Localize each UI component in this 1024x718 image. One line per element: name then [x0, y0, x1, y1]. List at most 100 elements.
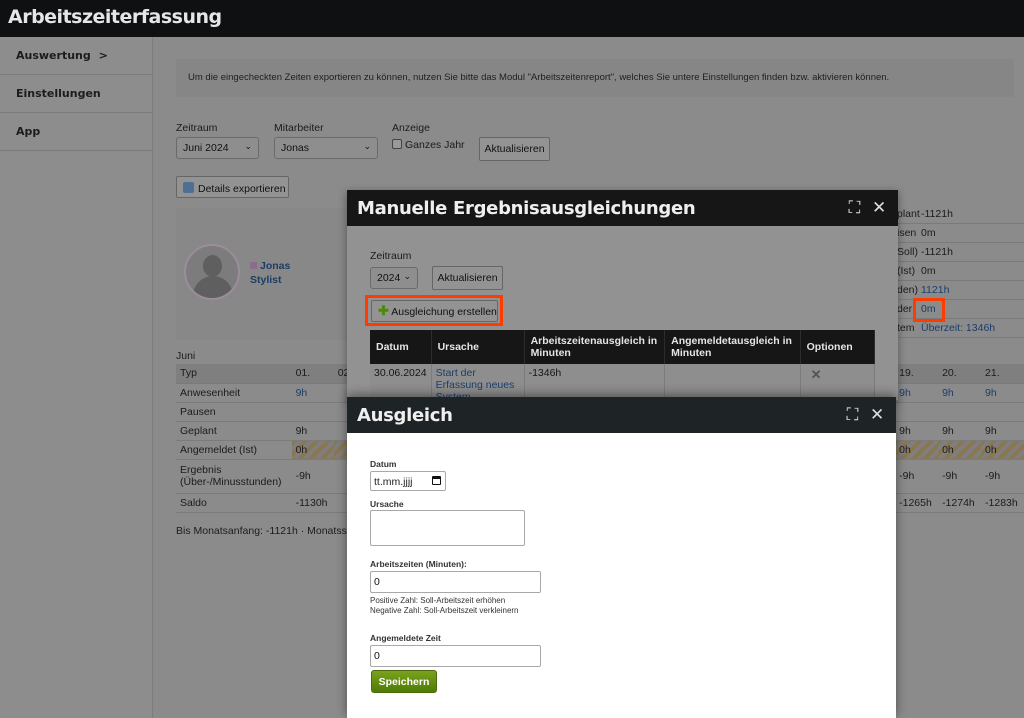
dialog-body: Zeitraum 2024 ⌄ Aktualisieren ✚ Ausgleic…	[347, 226, 898, 406]
column-header: Optionen	[800, 330, 876, 364]
top-bar: Arbeitszeiterfassung	[0, 0, 1024, 37]
table-cell[interactable]: 9h	[895, 383, 939, 403]
row-label: Pausen	[176, 402, 292, 422]
mitarbeiter-select[interactable]: Jonas ⌄	[274, 137, 378, 159]
dialog-controls: ⛶ ✕	[836, 198, 886, 218]
table-cell: -1265h	[895, 493, 939, 513]
summary-value[interactable]: 1121h	[921, 284, 949, 296]
ganzes-jahr-checkbox[interactable]: Ganzes Jahr	[392, 139, 465, 151]
summary-label: den)	[897, 284, 919, 296]
summary-label: (Ist)	[897, 265, 916, 277]
month-summary-text: Bis Monatsanfang: -1121h · Monatssa	[176, 525, 353, 537]
table-header-row: Datum Ursache Arbeitszeitenausgleich in …	[370, 330, 876, 364]
column-header: Arbeitszeitenausgleich in Minuten	[524, 330, 666, 364]
table-cell	[291, 402, 334, 422]
table-cell[interactable]: 9h	[981, 383, 1024, 403]
summary-label: plant	[897, 208, 920, 220]
table-cell: -1283h	[981, 493, 1024, 513]
mitarbeiter-value: Jonas	[281, 142, 310, 154]
column-header: Typ	[176, 364, 292, 384]
dialog-ausgleich: Ausgleich ⛶ ✕ Datum tt.mm.jjjj Ursache Ar…	[347, 397, 896, 718]
ursache-textarea[interactable]	[370, 510, 525, 546]
sidebar: Auswertung > Einstellungen App	[0, 37, 153, 718]
table-cell: 0h	[981, 440, 1024, 460]
refresh-button[interactable]: Aktualisieren	[479, 137, 550, 161]
sidebar-item-label: App	[16, 125, 41, 138]
dialog-title: Ausgleich	[357, 405, 453, 426]
row-label: Angemeldet (Ist)	[176, 440, 292, 460]
sidebar-item-label: Einstellungen	[16, 87, 101, 100]
row-label: Saldo	[176, 493, 292, 513]
sidebar-item-label: Auswertung	[16, 49, 91, 62]
details-export-label: Details exportieren	[198, 183, 286, 195]
arbeitszeiten-input[interactable]: 0	[370, 571, 541, 593]
color-square-icon	[250, 262, 257, 269]
dialog-title-bar: Ausgleich ⛶ ✕	[347, 397, 896, 433]
column-header: Ursache	[431, 330, 525, 364]
angemeldet-input[interactable]: 0	[370, 645, 541, 667]
table-cell: 0h	[291, 440, 334, 460]
dialog-title-bar: Manuelle Ergebnisausgleichungen ⛶ ✕	[347, 190, 898, 226]
datum-input[interactable]: tt.mm.jjjj	[370, 471, 446, 491]
year-value: 2024	[377, 272, 401, 284]
summary-label: tem	[897, 322, 915, 334]
summary-value: -1121h	[921, 208, 953, 220]
dialog-controls: ⛶ ✕	[834, 405, 884, 425]
delete-icon[interactable]: ✕	[805, 367, 822, 382]
sidebar-item-app[interactable]: App	[0, 113, 152, 151]
table-cell: 0h	[895, 440, 939, 460]
arbeitszeiten-hint: Positive Zahl: Soll-Arbeitszeit erhöhen …	[370, 596, 519, 615]
table-cell	[895, 402, 939, 422]
row-label: Geplant	[176, 421, 292, 441]
summary-label: Soll)	[897, 246, 919, 258]
summary-value[interactable]: Überzeit: 1346h	[921, 322, 995, 334]
checkbox-box[interactable]	[392, 139, 402, 149]
table-cell	[938, 402, 982, 422]
zeitraum-label: Zeitraum	[370, 250, 412, 262]
summary-label: der	[897, 303, 913, 315]
table-cell: -1274h	[938, 493, 982, 513]
zeitraum-label: Zeitraum	[176, 122, 218, 134]
dialog-manual-adjustments: Manuelle Ergebnisausgleichungen ⛶ ✕ Zeitr…	[347, 190, 898, 406]
table-cell[interactable]: 9h	[938, 383, 982, 403]
dialog-title: Manuelle Ergebnisausgleichungen	[357, 198, 696, 219]
summary-value: -1121h	[921, 246, 953, 258]
anzeige-label: Anzeige	[392, 122, 430, 134]
profile-card: Jonas Stylist	[176, 208, 376, 340]
adjustments-table: Datum Ursache Arbeitszeitenausgleich in …	[370, 330, 876, 406]
table-cell: 9h	[938, 421, 982, 441]
ganzes-jahr-label: Ganzes Jahr	[405, 139, 465, 151]
profile-role: Stylist	[250, 274, 282, 286]
column-header: 20.	[938, 364, 982, 384]
table-cell[interactable]: 9h	[291, 383, 334, 403]
sidebar-item-auswertung[interactable]: Auswertung >	[0, 37, 152, 75]
close-icon[interactable]: ✕	[872, 198, 886, 218]
table-cell: 0h	[938, 440, 982, 460]
column-header: 19.	[895, 364, 939, 384]
table-cell: -9h	[291, 459, 334, 494]
app-title: Arbeitszeiterfassung	[8, 6, 222, 28]
column-header: Datum	[370, 330, 432, 364]
zeitraum-value: Juni 2024	[183, 142, 229, 154]
save-button[interactable]: Speichern	[371, 670, 437, 693]
sidebar-item-einstellungen[interactable]: Einstellungen	[0, 75, 152, 113]
highlight-box	[913, 298, 945, 322]
chevron-down-icon: ⌄	[244, 141, 252, 151]
details-export-button[interactable]: Details exportieren	[176, 176, 289, 198]
avatar-head	[203, 255, 222, 277]
zeitraum-select[interactable]: Juni 2024 ⌄	[176, 137, 259, 159]
refresh-button[interactable]: Aktualisieren	[432, 266, 503, 290]
angemeldet-label: Angemeldete Zeit	[370, 633, 441, 643]
avatar	[184, 244, 240, 300]
summary-label: isen	[897, 227, 917, 239]
column-header: Angemeldetausgleich in Minuten	[664, 330, 801, 364]
maximize-icon[interactable]: ⛶	[848, 198, 860, 218]
close-icon[interactable]: ✕	[870, 405, 884, 425]
profile-name[interactable]: Jonas	[250, 260, 290, 272]
year-select[interactable]: 2024 ⌄	[370, 267, 418, 289]
chevron-down-icon: ⌄	[403, 271, 411, 281]
table-cell: 9h	[981, 421, 1024, 441]
maximize-icon[interactable]: ⛶	[846, 405, 858, 425]
calendar-icon[interactable]	[432, 476, 441, 485]
ursache-label: Ursache	[370, 499, 404, 509]
